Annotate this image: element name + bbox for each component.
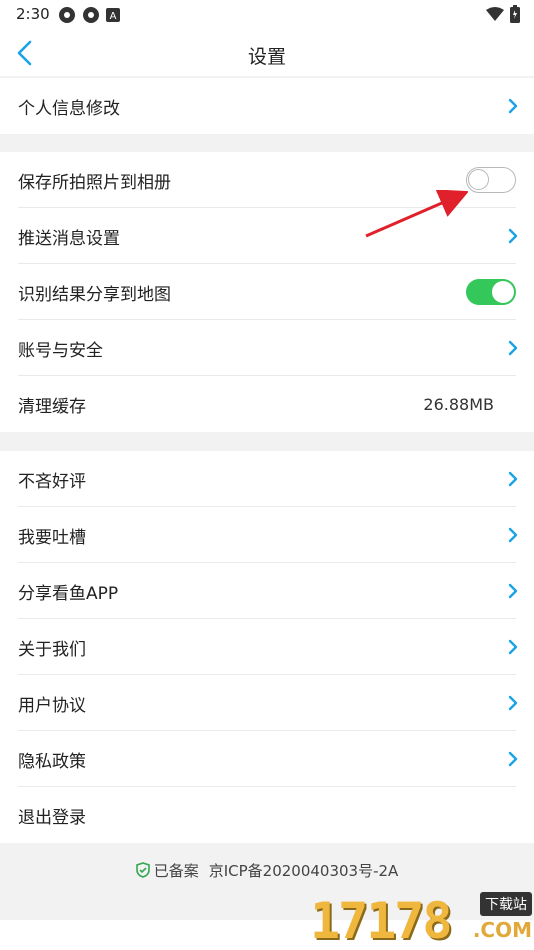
battery-icon — [510, 5, 520, 23]
app-notification-icon — [59, 7, 75, 23]
row-label: 隐私政策 — [18, 751, 86, 772]
row-label: 清理缓存 — [18, 396, 86, 417]
page-title: 设置 — [247, 46, 286, 68]
row-user-agreement[interactable]: 用户协议 — [0, 675, 534, 731]
watermark-number: 17178 — [310, 892, 453, 950]
row-label: 关于我们 — [18, 639, 86, 660]
row-privacy-policy[interactable]: 隐私政策 — [0, 731, 534, 787]
shield-check-icon — [135, 862, 150, 878]
row-rate-app[interactable]: 不吝好评 — [0, 451, 534, 507]
settings-group-profile: 个人信息修改 — [0, 78, 534, 134]
row-logout[interactable]: 退出登录 — [0, 787, 534, 843]
status-bar: 2:30 A — [0, 0, 534, 30]
chevron-right-icon — [508, 751, 518, 767]
chevron-right-icon — [508, 583, 518, 599]
watermark-tag: 下载站 — [480, 892, 532, 916]
icp-number[interactable]: 京ICP备2020040303号-2A — [209, 860, 399, 881]
a-icon: A — [106, 8, 120, 22]
cache-size-value: 26.88MB — [423, 394, 494, 414]
chevron-right-icon — [508, 695, 518, 711]
row-feedback[interactable]: 我要吐槽 — [0, 507, 534, 563]
toggle-knob — [468, 169, 489, 190]
chevron-right-icon — [508, 527, 518, 543]
settings-group-about: 不吝好评 我要吐槽 分享看鱼APP 关于我们 用户协议 隐私政策 退出登录 — [0, 451, 534, 843]
chevron-right-icon — [508, 228, 518, 244]
chevron-right-icon — [508, 340, 518, 356]
row-label: 识别结果分享到地图 — [18, 284, 171, 305]
record-label: 已备案 — [153, 861, 199, 880]
share-to-map-toggle[interactable] — [466, 279, 516, 305]
wifi-icon — [486, 7, 504, 21]
chevron-right-icon — [508, 98, 518, 114]
logout-label: 退出登录 — [18, 807, 86, 828]
row-profile-edit[interactable]: 个人信息修改 — [0, 78, 534, 134]
app-header: 设置 — [0, 30, 534, 76]
row-label: 我要吐槽 — [18, 527, 86, 548]
row-label: 用户协议 — [18, 695, 86, 716]
row-label: 保存所拍照片到相册 — [18, 172, 171, 193]
row-label: 推送消息设置 — [18, 228, 120, 249]
watermark-logo: 17178 下载站 .COM — [310, 888, 534, 950]
row-share-to-map: 识别结果分享到地图 — [0, 264, 534, 320]
watermark-domain: .COM — [472, 918, 532, 942]
row-label: 个人信息修改 — [18, 98, 120, 119]
save-photos-toggle[interactable] — [466, 167, 516, 193]
app-notification-icon — [83, 7, 99, 23]
row-about-us[interactable]: 关于我们 — [0, 619, 534, 675]
row-label: 不吝好评 — [18, 471, 86, 492]
row-clear-cache[interactable]: 清理缓存 26.88MB — [0, 376, 534, 432]
status-time: 2:30 — [16, 5, 50, 23]
row-label: 账号与安全 — [18, 340, 103, 361]
row-share-app[interactable]: 分享看鱼APP — [0, 563, 534, 619]
row-account-security[interactable]: 账号与安全 — [0, 320, 534, 376]
row-label: 分享看鱼APP — [18, 583, 119, 604]
annotation-arrow-icon — [365, 190, 468, 238]
toggle-knob — [492, 281, 514, 303]
chevron-right-icon — [508, 471, 518, 487]
chevron-right-icon — [508, 639, 518, 655]
svg-text:A: A — [110, 11, 117, 22]
